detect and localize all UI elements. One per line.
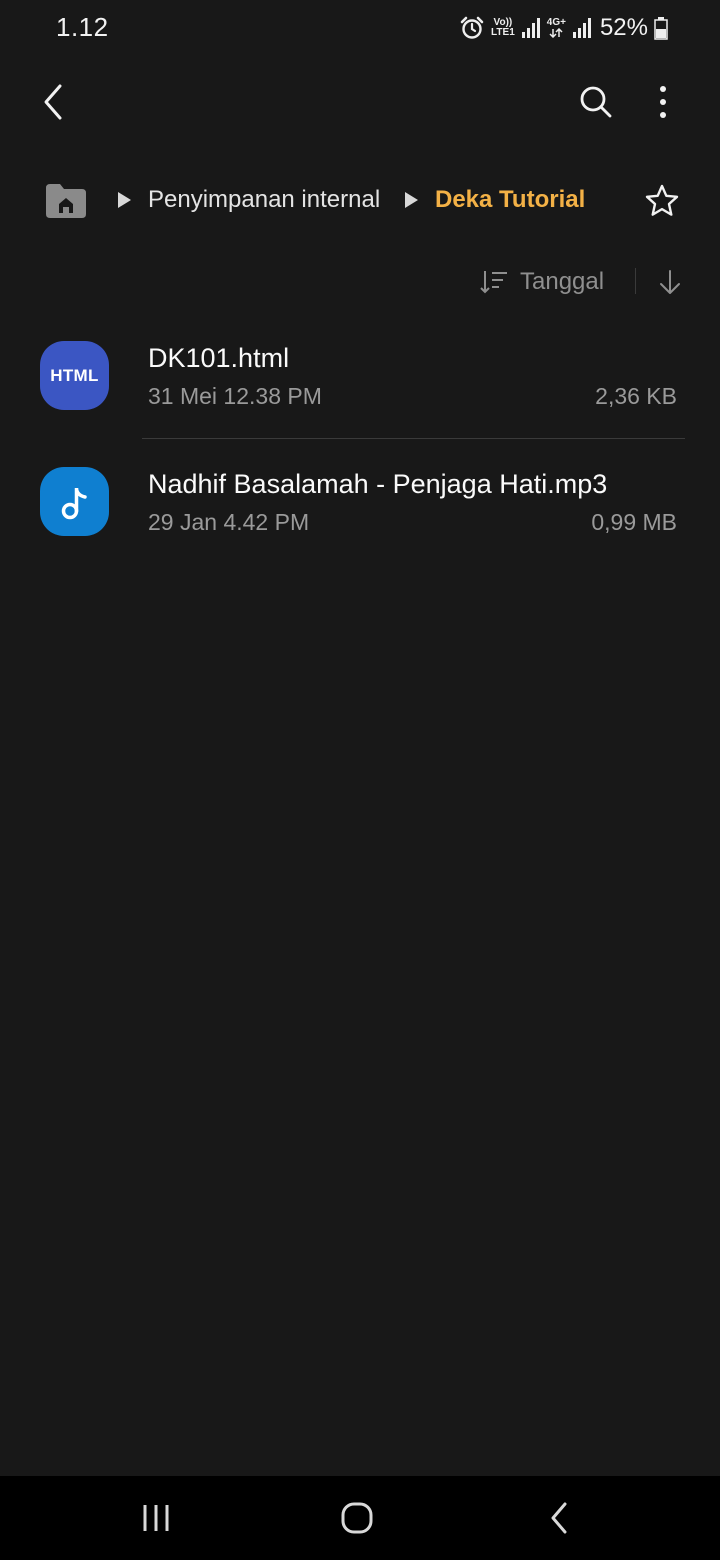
recent-apps-button[interactable] — [121, 1486, 191, 1550]
file-size: 0,99 MB — [591, 509, 677, 535]
star-icon — [645, 184, 679, 216]
breadcrumb-separator-icon — [405, 192, 418, 208]
music-note-icon — [40, 467, 109, 536]
more-options-button[interactable] — [635, 74, 691, 130]
sort-icon — [480, 271, 507, 294]
status-icons: Vo)) LTE1 4G+ 52% — [459, 12, 668, 44]
breadcrumb-item-current-folder[interactable]: Deka Tutorial — [435, 186, 585, 214]
app-bar — [0, 62, 720, 142]
row-divider — [142, 438, 685, 439]
sort-label: Tanggal — [520, 268, 605, 295]
favorite-button[interactable] — [634, 173, 690, 229]
status-bar: 1.12 Vo)) LTE1 4G+ 52% — [0, 0, 720, 56]
html-file-icon-label: HTML — [50, 365, 99, 385]
alarm-icon — [459, 15, 485, 41]
status-time: 1.12 — [56, 12, 109, 42]
back-icon — [551, 1502, 567, 1534]
home-folder-icon — [46, 184, 86, 218]
back-button[interactable] — [26, 74, 82, 130]
back-arrow-icon — [44, 84, 62, 120]
sort-by-button[interactable]: Tanggal — [478, 262, 604, 302]
breadcrumb-item-internal-storage[interactable]: Penyimpanan internal — [148, 186, 380, 214]
file-date: 31 Mei 12.38 PM — [148, 383, 322, 409]
system-back-button[interactable] — [524, 1486, 594, 1550]
search-button[interactable] — [568, 74, 624, 130]
network-type-icon: 4G+ — [547, 18, 566, 38]
file-date: 29 Jan 4.42 PM — [148, 509, 310, 535]
file-list: HTML DK101.html 31 Mei 12.38 PM 2,36 KB … — [0, 315, 720, 567]
battery-percent: 52% — [599, 14, 648, 41]
home-folder-button[interactable] — [44, 182, 88, 220]
signal-strength-icon — [521, 17, 541, 39]
home-button[interactable] — [322, 1486, 392, 1550]
breadcrumb: Penyimpanan internal Deka Tutorial — [0, 170, 720, 234]
lte-label: LTE1 — [491, 27, 515, 38]
list-item[interactable]: Nadhif Basalamah - Penjaga Hati.mp3 29 J… — [0, 441, 720, 567]
navigation-bar — [0, 1476, 720, 1560]
home-icon — [341, 1502, 373, 1534]
file-size: 2,36 KB — [595, 383, 677, 409]
arrow-down-icon — [660, 270, 680, 294]
sort-divider — [635, 268, 636, 294]
breadcrumb-separator-icon — [118, 192, 131, 208]
file-name: Nadhif Basalamah - Penjaga Hati.mp3 — [148, 469, 608, 499]
network-label: 4G+ — [546, 17, 566, 28]
battery-icon — [654, 16, 668, 40]
search-icon — [580, 86, 612, 118]
more-vert-icon — [660, 86, 666, 118]
sort-bar: Tanggal — [0, 258, 720, 306]
recent-apps-icon — [143, 1505, 169, 1531]
signal-strength-2-icon — [572, 17, 592, 39]
file-name: DK101.html — [148, 343, 290, 373]
sort-direction-button[interactable] — [650, 262, 690, 302]
volte-icon: Vo)) LTE1 — [491, 18, 515, 38]
html-file-icon: HTML — [40, 341, 109, 410]
list-item[interactable]: HTML DK101.html 31 Mei 12.38 PM 2,36 KB — [0, 315, 720, 441]
